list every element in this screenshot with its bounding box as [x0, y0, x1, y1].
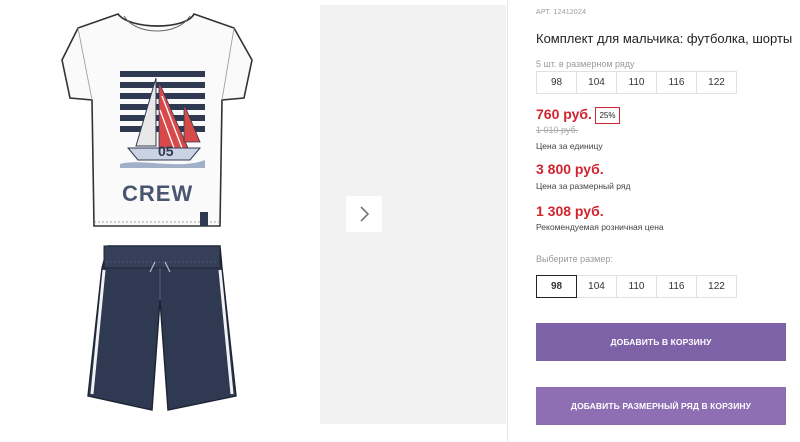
unit-price: 760 руб.	[536, 106, 592, 122]
pack-size-122: 122	[696, 71, 737, 94]
chevron-right-icon	[360, 206, 370, 222]
retail-price-caption: Рекомендуемая розничная цена	[536, 222, 664, 232]
tshirt-image: 05 CREW	[61, 13, 253, 227]
product-photo[interactable]: 05 CREW	[0, 0, 310, 424]
retail-price: 1 308 руб.	[536, 203, 604, 219]
add-to-cart-button[interactable]: ДОБАВИТЬ В КОРЗИНУ	[536, 323, 786, 361]
panel-divider	[507, 0, 508, 442]
product-info-panel: АРТ. 12412024 Комплект для мальчика: фут…	[536, 0, 800, 442]
product-title: Комплект для мальчика: футболка, шорты	[536, 31, 793, 46]
product-gallery: 05 CREW	[0, 0, 508, 442]
size-option-110[interactable]: 110	[616, 275, 657, 298]
pack-size-98: 98	[536, 71, 577, 94]
shirt-print-text: CREW	[122, 181, 193, 206]
add-size-row-to-cart-button[interactable]: ДОБАВИТЬ РАЗМЕРНЫЙ РЯД В КОРЗИНУ	[536, 387, 786, 425]
pack-sizes-row: 98 104 110 116 122	[536, 71, 737, 94]
unit-price-caption: Цена за единицу	[536, 141, 603, 151]
pack-size-110: 110	[616, 71, 657, 94]
size-option-116[interactable]: 116	[656, 275, 697, 298]
shorts-image	[87, 245, 237, 411]
product-illustration: 05 CREW	[61, 13, 253, 411]
row-price-caption: Цена за размерный ряд	[536, 181, 631, 191]
shirt-tag	[200, 212, 208, 226]
article-number: АРТ. 12412024	[536, 9, 587, 16]
size-option-104[interactable]: 104	[576, 275, 617, 298]
pack-note: 5 шт. в размерном ряду	[536, 59, 635, 69]
size-selector: 98 104 110 116 122	[536, 275, 737, 298]
pack-size-104: 104	[576, 71, 617, 94]
discount-badge: 25%	[595, 107, 620, 124]
size-option-98[interactable]: 98	[536, 275, 577, 298]
size-option-122[interactable]: 122	[696, 275, 737, 298]
old-price: 1 010 руб.	[536, 125, 579, 135]
choose-size-label: Выберите размер:	[536, 254, 613, 264]
shirt-print-number: 05	[158, 143, 174, 159]
gallery-next-button[interactable]	[346, 196, 382, 232]
row-price: 3 800 руб.	[536, 161, 604, 177]
pack-size-116: 116	[656, 71, 697, 94]
